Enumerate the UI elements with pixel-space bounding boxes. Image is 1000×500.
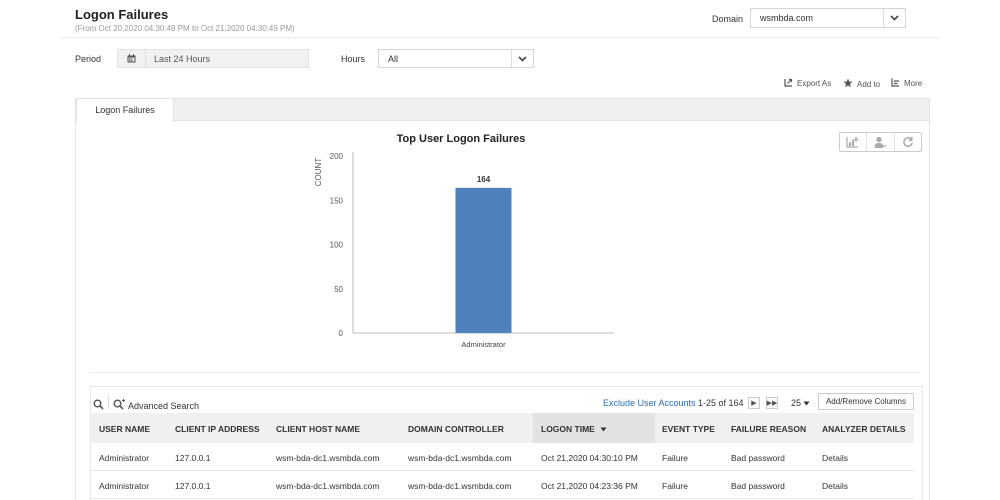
y-tick-label: 0: [339, 329, 344, 338]
last-page-icon[interactable]: ▶▶: [766, 397, 778, 409]
column-header-event-type[interactable]: EVENT TYPE: [662, 424, 715, 434]
page-size-value: 25: [791, 398, 802, 408]
bar-data-label: 164: [477, 175, 491, 184]
y-tick-label: 200: [330, 152, 344, 161]
cell-client-ip: 127.0.0.1: [175, 481, 211, 491]
row-divider: [91, 470, 914, 471]
cell-domain-controller: wsm-bda-dc1.wsmbda.com: [408, 453, 512, 463]
column-header-domain-controller[interactable]: DOMAIN CONTROLLER: [408, 424, 504, 434]
cell-domain-controller: wsm-bda-dc1.wsmbda.com: [408, 481, 512, 491]
cell-failure-reason: Bad password: [731, 481, 785, 491]
row-divider: [91, 498, 914, 499]
cell-event-type: Failure: [662, 453, 688, 463]
column-header-analyzer-details[interactable]: ANALYZER DETAILS: [822, 424, 906, 434]
bar: [455, 187, 512, 333]
y-tick-label: 100: [330, 241, 344, 250]
sort-desc-icon: [600, 424, 607, 434]
cell-user-name: Administrator: [99, 453, 150, 463]
column-header-user-name[interactable]: USER NAME: [99, 424, 150, 434]
column-header-logon-time[interactable]: LOGON TIME: [541, 424, 607, 434]
toolbar-divider: [108, 395, 109, 409]
column-header-client-host[interactable]: CLIENT HOST NAME: [276, 424, 360, 434]
chart-divider: [90, 372, 920, 373]
logon-time-label: LOGON TIME: [541, 424, 595, 434]
cell-user-name: Administrator: [99, 481, 150, 491]
y-tick-label: 150: [330, 196, 344, 205]
details-link[interactable]: Details: [822, 481, 848, 491]
next-page-icon[interactable]: ▶: [748, 397, 760, 409]
cell-client-host: wsm-bda-dc1.wsmbda.com: [276, 481, 380, 491]
x-tick-label: Administrator: [461, 340, 506, 349]
column-header-failure-reason[interactable]: FAILURE REASON: [731, 424, 806, 434]
cell-event-type: Failure: [662, 481, 688, 491]
pagination-range: 1-25 of 164: [698, 398, 744, 408]
y-tick-label: 50: [334, 285, 343, 294]
column-header-client-ip[interactable]: CLIENT IP ADDRESS: [175, 424, 260, 434]
cell-logon-time: Oct 21,2020 04:30:10 PM: [541, 453, 638, 463]
cell-failure-reason: Bad password: [731, 453, 785, 463]
exclude-user-accounts-link[interactable]: Exclude User Accounts: [603, 398, 696, 408]
cell-client-ip: 127.0.0.1: [175, 453, 211, 463]
y-axis-label: COUNT: [314, 158, 323, 187]
advanced-search-label: Advanced Search: [128, 401, 200, 411]
cell-client-host: wsm-bda-dc1.wsmbda.com: [276, 453, 380, 463]
details-link[interactable]: Details: [822, 453, 848, 463]
cell-logon-time: Oct 21,2020 04:23:36 PM: [541, 481, 638, 491]
page-size-select[interactable]: 25: [791, 398, 810, 408]
caret-down-icon: [803, 398, 810, 408]
add-remove-columns-button[interactable]: Add/Remove Columns: [818, 393, 914, 410]
